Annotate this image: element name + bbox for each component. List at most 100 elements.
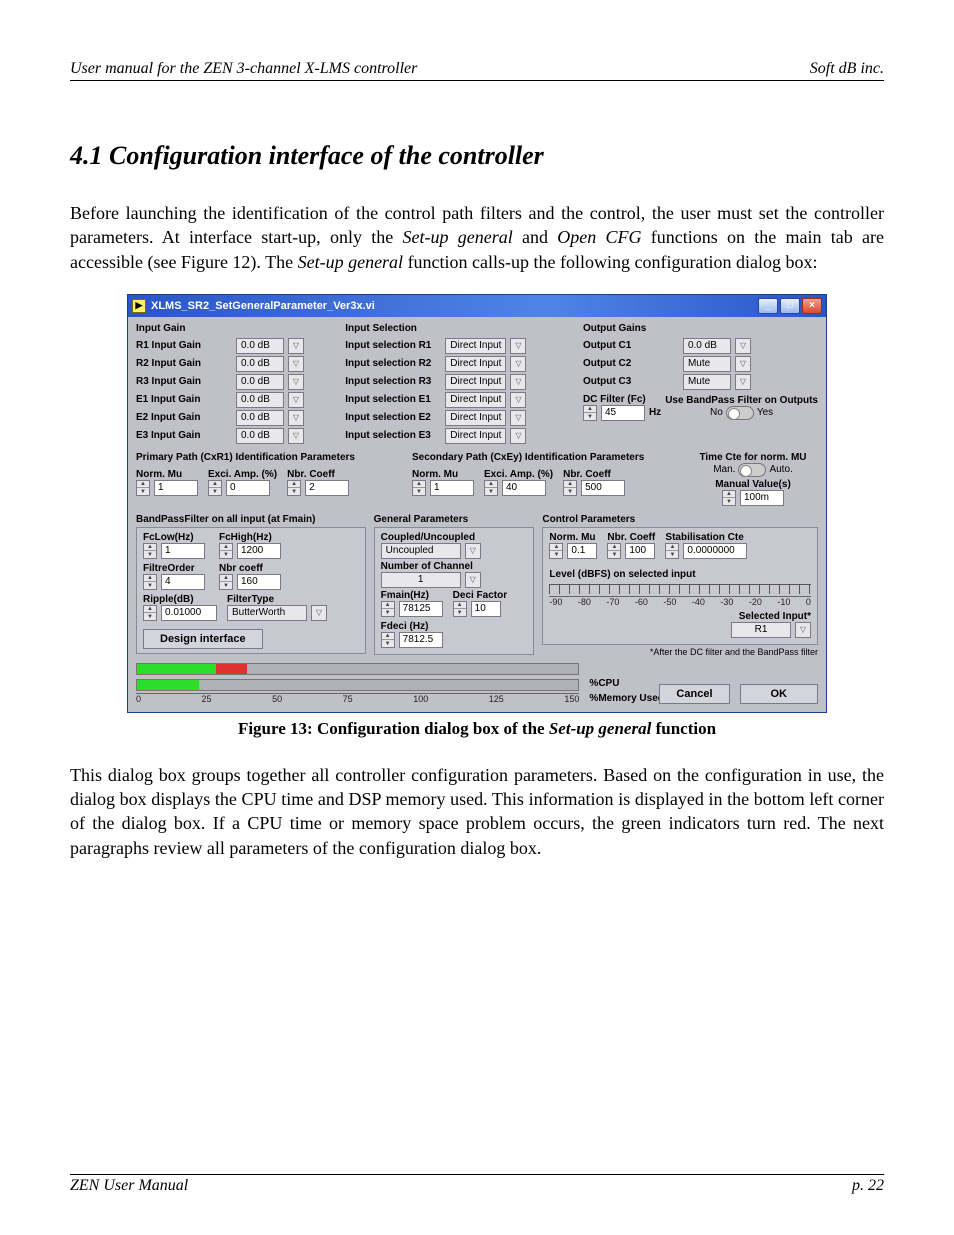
meter-scale: 0255075100125150 xyxy=(136,693,579,704)
output-0-value[interactable]: 0.0 dB xyxy=(683,338,731,354)
secondary-exci-input[interactable]: 40 xyxy=(502,480,546,496)
primary-normmu-spinner[interactable]: ▲▼ xyxy=(136,480,150,496)
secondary-normmu-input[interactable]: 1 xyxy=(430,480,474,496)
fdeci-spinner[interactable]: ▲▼ xyxy=(381,632,395,648)
primary-nbr-spinner[interactable]: ▲▼ xyxy=(287,480,301,496)
nbrcoeff2-spinner[interactable]: ▲▼ xyxy=(219,574,233,590)
input-sel-3-value[interactable]: Direct Input xyxy=(445,392,506,408)
design-interface-button[interactable]: Design interface xyxy=(143,629,263,649)
chevron-down-icon[interactable]: ▽ xyxy=(288,356,304,372)
intro-paragraph: Before launching the identification of t… xyxy=(70,201,884,274)
chevron-down-icon[interactable]: ▽ xyxy=(288,374,304,390)
ripple-input[interactable]: 0.01000 xyxy=(161,605,217,621)
ctrl-nbr-input[interactable]: 100 xyxy=(625,543,655,559)
manual-value-input[interactable]: 100m xyxy=(740,490,784,506)
output-2-label: Output C3 xyxy=(583,376,679,387)
filtertype-select[interactable]: ButterWorth xyxy=(227,605,307,621)
input-sel-2-value[interactable]: Direct Input xyxy=(445,374,506,390)
input-sel-5-value[interactable]: Direct Input xyxy=(445,428,506,444)
fdeci-input[interactable]: 7812.5 xyxy=(399,632,443,648)
filtreorder-input[interactable]: 4 xyxy=(161,574,205,590)
input-gain-4-value[interactable]: 0.0 dB xyxy=(236,410,284,426)
fchigh-spinner[interactable]: ▲▼ xyxy=(219,543,233,559)
bandpass-toggle[interactable] xyxy=(726,406,754,420)
chevron-down-icon[interactable]: ▽ xyxy=(510,356,526,372)
primary-exci-spinner[interactable]: ▲▼ xyxy=(208,480,222,496)
window-title: XLMS_SR2_SetGeneralParameter_Ver3x.vi xyxy=(151,300,375,312)
titlebar[interactable]: ▶ XLMS_SR2_SetGeneralParameter_Ver3x.vi … xyxy=(128,295,826,317)
chevron-down-icon[interactable]: ▽ xyxy=(735,338,751,354)
dc-filter-spinner[interactable]: ▲▼ xyxy=(583,405,597,421)
secondary-nbr-input[interactable]: 500 xyxy=(581,480,625,496)
secondary-nbr-spinner[interactable]: ▲▼ xyxy=(563,480,577,496)
footer-right: p. 22 xyxy=(852,1177,884,1195)
deci-input[interactable]: 10 xyxy=(471,601,501,617)
input-gain-2-label: R3 Input Gain xyxy=(136,376,232,387)
input-sel-0-value[interactable]: Direct Input xyxy=(445,338,506,354)
chevron-down-icon[interactable]: ▽ xyxy=(288,410,304,426)
input-sel-1-value[interactable]: Direct Input xyxy=(445,356,506,372)
input-gain-0-value[interactable]: 0.0 dB xyxy=(236,338,284,354)
chevron-down-icon[interactable]: ▽ xyxy=(510,392,526,408)
header-right: Soft dB inc. xyxy=(810,60,884,78)
ctrl-nbr-spinner[interactable]: ▲▼ xyxy=(607,543,621,559)
input-gain-5-value[interactable]: 0.0 dB xyxy=(236,428,284,444)
fmain-input[interactable]: 78125 xyxy=(399,601,443,617)
primary-nbr-input[interactable]: 2 xyxy=(305,480,349,496)
filtreorder-spinner[interactable]: ▲▼ xyxy=(143,574,157,590)
nbrcoeff2-input[interactable]: 160 xyxy=(237,574,281,590)
output-0-label: Output C1 xyxy=(583,340,679,351)
chevron-down-icon[interactable]: ▽ xyxy=(288,392,304,408)
chevron-down-icon[interactable]: ▽ xyxy=(735,374,751,390)
fmain-spinner[interactable]: ▲▼ xyxy=(381,601,395,617)
primary-normmu-input[interactable]: 1 xyxy=(154,480,198,496)
chevron-down-icon[interactable]: ▽ xyxy=(465,543,481,559)
input-gain-1-value[interactable]: 0.0 dB xyxy=(236,356,284,372)
input-sel-4-value[interactable]: Direct Input xyxy=(445,410,506,426)
fchigh-input[interactable]: 1200 xyxy=(237,543,281,559)
deci-spinner[interactable]: ▲▼ xyxy=(453,601,467,617)
chevron-down-icon[interactable]: ▽ xyxy=(735,356,751,372)
chevron-down-icon[interactable]: ▽ xyxy=(510,374,526,390)
minimize-button[interactable]: _ xyxy=(758,298,778,314)
manual-value-spinner[interactable]: ▲▼ xyxy=(722,490,736,506)
chevron-down-icon[interactable]: ▽ xyxy=(795,622,811,638)
section-title: 4.1 Configuration interface of the contr… xyxy=(70,141,884,171)
secondary-exci-spinner[interactable]: ▲▼ xyxy=(484,480,498,496)
output-1-value[interactable]: Mute xyxy=(683,356,731,372)
ctrl-normmu-spinner[interactable]: ▲▼ xyxy=(549,543,563,559)
selected-input-select[interactable]: R1 xyxy=(731,622,791,638)
input-gain-0-label: R1 Input Gain xyxy=(136,340,232,351)
input-gain-2-value[interactable]: 0.0 dB xyxy=(236,374,284,390)
input-gain-3-value[interactable]: 0.0 dB xyxy=(236,392,284,408)
ok-button[interactable]: OK xyxy=(740,684,819,704)
dc-filter-input[interactable]: 45 xyxy=(601,405,645,421)
fclow-spinner[interactable]: ▲▼ xyxy=(143,543,157,559)
output-2-value[interactable]: Mute xyxy=(683,374,731,390)
numchannel-select[interactable]: 1 xyxy=(381,572,461,588)
chevron-down-icon[interactable]: ▽ xyxy=(465,572,481,588)
chevron-down-icon[interactable]: ▽ xyxy=(288,338,304,354)
chevron-down-icon[interactable]: ▽ xyxy=(510,428,526,444)
maximize-button[interactable]: □ xyxy=(780,298,800,314)
chevron-down-icon[interactable]: ▽ xyxy=(311,605,327,621)
primary-exci-input[interactable]: 0 xyxy=(226,480,270,496)
page-footer: ZEN User Manual p. 22 xyxy=(70,1174,884,1195)
chevron-down-icon[interactable]: ▽ xyxy=(510,338,526,354)
close-button[interactable]: × xyxy=(802,298,822,314)
secondary-normmu-spinner[interactable]: ▲▼ xyxy=(412,480,426,496)
ctrl-stab-spinner[interactable]: ▲▼ xyxy=(665,543,679,559)
labview-icon: ▶ xyxy=(132,299,146,313)
closing-paragraph: This dialog box groups together all cont… xyxy=(70,763,884,860)
ctrl-normmu-input[interactable]: 0.1 xyxy=(567,543,597,559)
chevron-down-icon[interactable]: ▽ xyxy=(288,428,304,444)
ctrl-stab-input[interactable]: 0.0000000 xyxy=(683,543,747,559)
timecte-toggle[interactable] xyxy=(738,463,766,477)
coupled-select[interactable]: Uncoupled xyxy=(381,543,461,559)
fclow-input[interactable]: 1 xyxy=(161,543,205,559)
chevron-down-icon[interactable]: ▽ xyxy=(510,410,526,426)
time-cte-label: Time Cte for norm. MU xyxy=(688,452,818,463)
level-meter-ticks xyxy=(549,584,811,594)
cancel-button[interactable]: Cancel xyxy=(659,684,729,704)
ripple-spinner[interactable]: ▲▼ xyxy=(143,605,157,621)
